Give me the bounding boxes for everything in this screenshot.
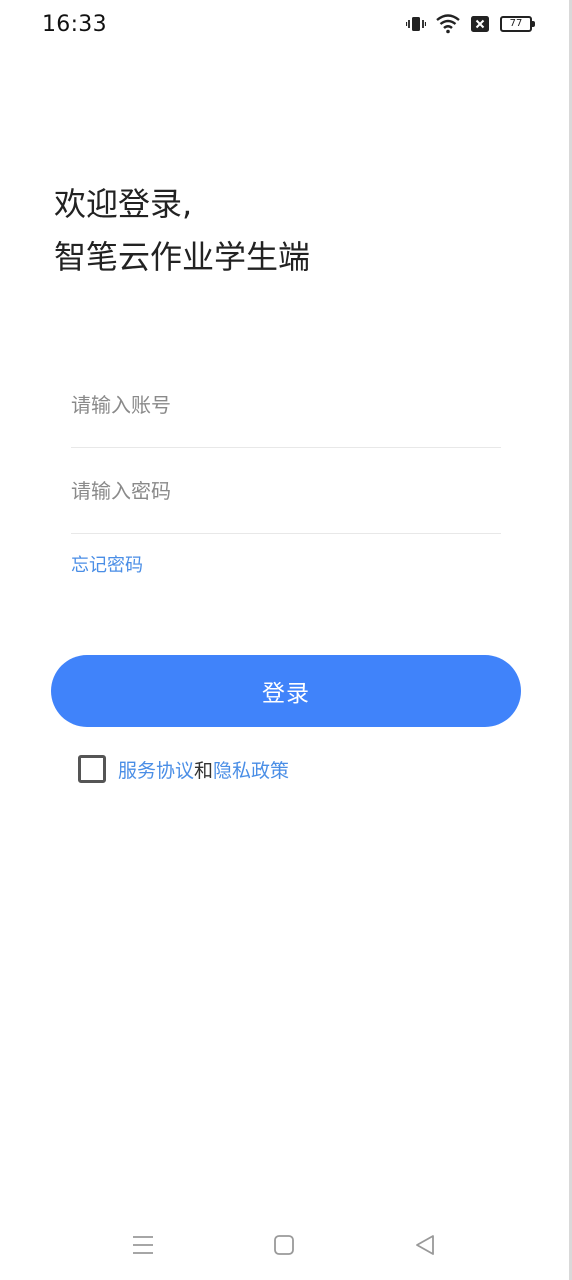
menu-icon[interactable] (123, 1224, 163, 1266)
forgot-password-link[interactable]: 忘记密码 (71, 551, 143, 577)
status-bar: 16:33 77 (0, 0, 572, 52)
password-input[interactable] (71, 448, 501, 533)
password-field[interactable] (71, 448, 501, 534)
wifi-icon (436, 14, 460, 34)
no-sim-icon (470, 15, 490, 33)
navigation-bar (0, 1224, 572, 1266)
home-icon[interactable] (264, 1224, 304, 1266)
privacy-policy-link[interactable]: 隐私政策 (213, 760, 289, 782)
agreement-and-text: 和 (194, 759, 214, 782)
status-icons: 77 (406, 14, 535, 34)
welcome-heading: 欢迎登录, 智笔云作业学生端 (54, 178, 310, 284)
login-button-label: 登录 (262, 681, 310, 707)
login-button[interactable]: 登录 (51, 655, 521, 727)
agreement-row: 服务协议和隐私政策 (78, 755, 289, 783)
agreement-text: 服务协议和隐私政策 (118, 756, 289, 783)
battery-icon: 77 (500, 16, 535, 32)
agreement-checkbox[interactable] (78, 755, 106, 783)
battery-level: 77 (509, 18, 523, 29)
status-time: 16:33 (42, 12, 107, 37)
account-input[interactable] (71, 362, 501, 447)
service-agreement-link[interactable]: 服务协议 (118, 760, 194, 782)
welcome-line-1: 欢迎登录, (54, 185, 193, 223)
account-field[interactable] (71, 362, 501, 448)
vibrate-icon (406, 14, 426, 34)
back-icon[interactable] (405, 1224, 445, 1266)
welcome-line-2: 智笔云作业学生端 (54, 238, 311, 276)
